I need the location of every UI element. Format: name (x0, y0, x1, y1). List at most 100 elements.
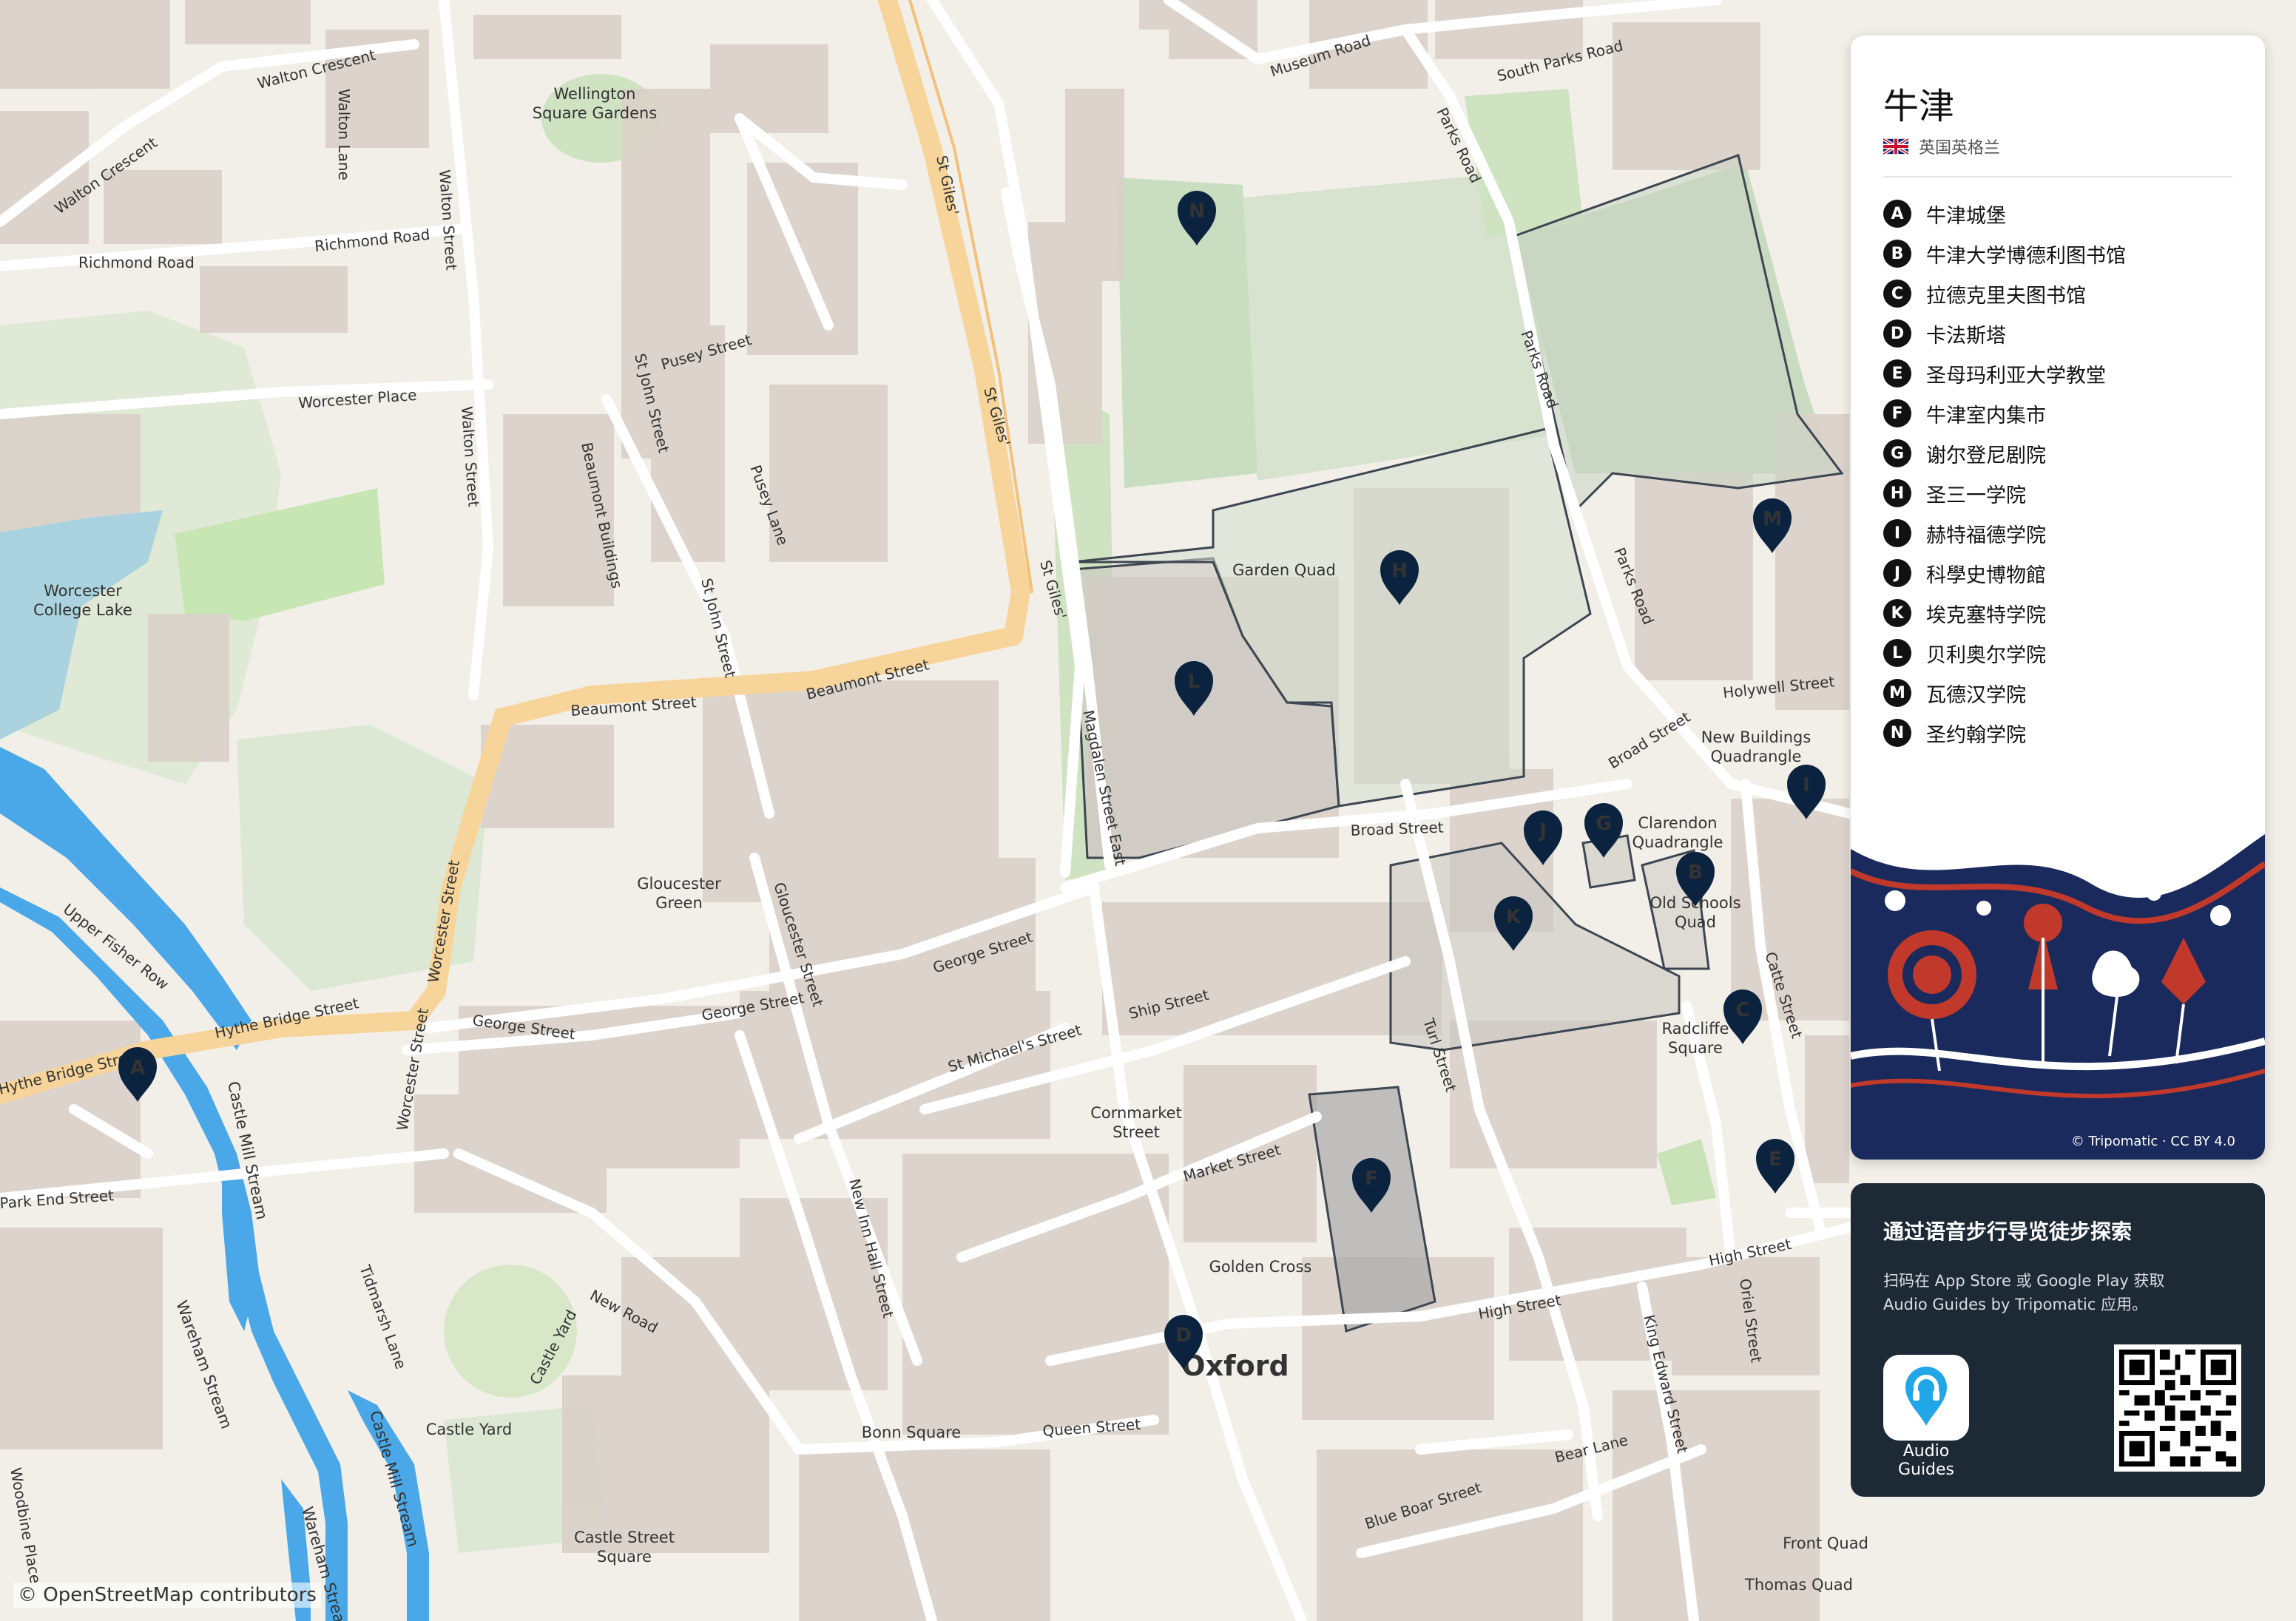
place-label: Street (1112, 1123, 1160, 1141)
place-label: Clarendon (1638, 814, 1717, 832)
place-label: Cornmarket (1090, 1104, 1182, 1122)
poi-badge: D (1883, 319, 1911, 348)
poi-item[interactable]: G 谢尔登尼剧院 (1883, 433, 2126, 473)
poi-badge: G (1883, 439, 1911, 467)
pin-letter: K (1506, 906, 1522, 928)
pin-letter: A (130, 1057, 145, 1079)
poi-item[interactable]: I 赫特福德学院 (1883, 513, 2126, 553)
poi-name: 谢尔登尼剧院 (1926, 444, 2046, 467)
pin-letter: F (1365, 1168, 1378, 1190)
poi-list: A 牛津城堡 B 牛津大学博德利图书馆 C 拉德克里夫图书馆 D 卡法斯塔 E 圣母玛利亚… (1883, 194, 2126, 753)
poi-item[interactable]: J 科學史博物館 (1883, 553, 2126, 593)
poi-item[interactable]: K 埃克塞特学院 (1883, 593, 2126, 633)
road-label: Walton Lane (335, 89, 353, 180)
poi-item[interactable]: F 牛津室内集市 (1883, 393, 2126, 433)
poi-name: 拉德克里夫图书馆 (1926, 284, 2086, 308)
pin-letter: N (1189, 200, 1205, 223)
poi-badge: B (1883, 240, 1911, 268)
poi-badge: I (1883, 519, 1911, 547)
road-label: Richmond Road (78, 254, 195, 271)
poi-badge: J (1883, 559, 1911, 587)
pin-letter: H (1391, 560, 1408, 582)
poi-name: 瓦德汉学院 (1926, 683, 2026, 707)
place-label: Garden Quad (1232, 561, 1336, 579)
place-label: Wellington (554, 85, 636, 103)
pin-letter: E (1769, 1148, 1782, 1171)
pin-letter: B (1688, 862, 1703, 884)
uk-flag-icon (1883, 138, 1908, 155)
place-label: Gloucester (637, 875, 721, 893)
poi-name: 赫特福德学院 (1926, 524, 2046, 547)
poi-item[interactable]: C 拉德克里夫图书馆 (1883, 274, 2126, 314)
poi-name: 牛津城堡 (1926, 204, 2006, 228)
water-label: College Lake (33, 601, 132, 619)
poi-item[interactable]: L 贝利奥尔学院 (1883, 633, 2126, 673)
city-title: 牛津 (1883, 86, 1955, 127)
floral-artwork (1851, 834, 2265, 1160)
poi-badge: K (1883, 599, 1911, 627)
poi-name: 埃克塞特学院 (1926, 603, 2046, 627)
poi-badge: M (1883, 679, 1911, 707)
place-label: Quad (1675, 913, 1716, 931)
map-credit: © Tripomatic · CC BY 4.0 (2070, 1134, 2235, 1149)
place-label: Square (1668, 1039, 1723, 1057)
poi-item[interactable]: A 牛津城堡 (1883, 194, 2126, 234)
divider (1883, 176, 2232, 177)
poi-badge: L (1883, 639, 1911, 667)
poi-item[interactable]: B 牛津大学博德利图书馆 (1883, 234, 2126, 274)
app-label: Audio Guides (1897, 1442, 1955, 1479)
poi-item[interactable]: H 圣三一学院 (1883, 473, 2126, 513)
osm-attribution[interactable]: © OpenStreetMap contributors (13, 1583, 321, 1608)
place-label: Quadrangle (1632, 833, 1723, 851)
poi-item[interactable]: D 卡法斯塔 (1883, 314, 2126, 353)
qr-code[interactable] (2114, 1344, 2241, 1472)
place-label: New Buildings (1701, 728, 1812, 746)
poi-badge: C (1883, 280, 1911, 308)
poi-name: 贝利奥尔学院 (1926, 643, 2046, 667)
poi-badge: H (1883, 479, 1911, 507)
poi-name: 牛津大学博德利图书馆 (1926, 244, 2126, 268)
place-label: Bonn Square (862, 1424, 961, 1441)
poi-item[interactable]: N 圣约翰学院 (1883, 713, 2126, 753)
pin-letter: L (1188, 671, 1201, 693)
poi-name: 圣三一学院 (1926, 484, 2026, 507)
pin-letter: J (1538, 820, 1547, 842)
place-label: Square (597, 1548, 652, 1566)
country-name: 英国英格兰 (1919, 139, 2001, 158)
pin-letter: G (1596, 813, 1611, 835)
pin-letter: M (1763, 508, 1782, 530)
poi-badge: E (1883, 359, 1911, 388)
road-label: Broad Street (1350, 819, 1444, 839)
map-pin-headphones-icon (1905, 1367, 1947, 1426)
place-label: Quadrangle (1711, 748, 1802, 765)
place-label: Square Gardens (533, 104, 658, 122)
promo-title: 通过语音步行导览徒步探索 (1883, 1219, 2133, 1244)
place-label: Thomas Quad (1744, 1576, 1853, 1594)
poi-name: 科學史博物館 (1926, 564, 2046, 587)
place-label: Radcliffe (1662, 1020, 1729, 1038)
place-label: Castle Yard (426, 1421, 513, 1438)
poi-name: 圣约翰学院 (1926, 723, 2026, 747)
pin-letter: D (1175, 1324, 1192, 1347)
city-center-label: Oxford (1181, 1350, 1289, 1382)
audio-guides-promo: 通过语音步行导览徒步探索 扫码在 App Store 或 Google Play… (1851, 1183, 2265, 1497)
place-label: Green (655, 894, 703, 912)
promo-text: 扫码在 App Store 或 Google Play 获取 Audio Gui… (1883, 1272, 2165, 1313)
poi-name: 卡法斯塔 (1926, 324, 2006, 348)
water-label: Worcester (44, 582, 122, 600)
pin-letter: C (1735, 999, 1749, 1021)
place-label: Castle Street (574, 1529, 675, 1546)
poi-badge: N (1883, 719, 1911, 747)
poi-name: 牛津室内集市 (1926, 404, 2046, 427)
pin-letter: I (1803, 774, 1810, 796)
city-info-panel: 牛津 英国英格兰 A 牛津城堡 B 牛津大学博德利图书馆 C 拉德克里夫图书馆 D 卡法… (1851, 35, 2265, 1160)
poi-badge: F (1883, 399, 1911, 427)
audio-guides-app-icon[interactable] (1883, 1355, 1969, 1441)
poi-badge: A (1883, 200, 1911, 228)
poi-name: 圣母玛利亚大学教堂 (1926, 364, 2106, 388)
poi-item[interactable]: E 圣母玛利亚大学教堂 (1883, 353, 2126, 393)
place-label: Golden Cross (1209, 1258, 1312, 1276)
poi-item[interactable]: M 瓦德汉学院 (1883, 673, 2126, 713)
country-row: 英国英格兰 (1883, 135, 2000, 158)
place-label: Front Quad (1783, 1534, 1868, 1552)
